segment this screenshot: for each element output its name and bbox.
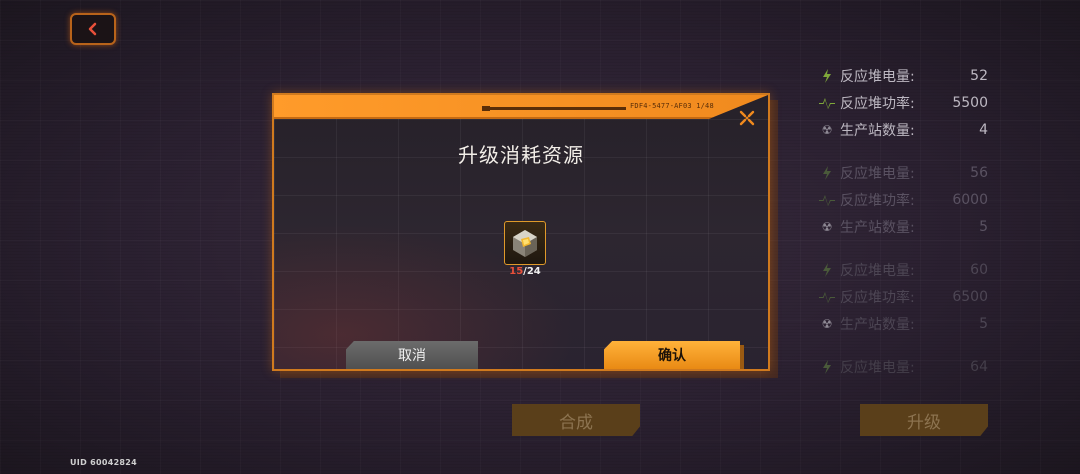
stat-label: 反应堆功率: — [840, 289, 915, 306]
stat-row: 反应堆功率: 5500 — [818, 89, 988, 116]
header-code: FDF4-5477-AF03 1/48 — [630, 102, 714, 110]
stat-value: 6000 — [952, 191, 988, 208]
stat-row: 反应堆电量: 60 — [818, 256, 988, 283]
stat-value: 4 — [979, 121, 988, 138]
resource-item-card[interactable] — [504, 221, 546, 265]
stat-value: 52 — [970, 67, 988, 84]
stat-label: 反应堆电量: — [840, 359, 915, 376]
stat-label: 反应堆电量: — [840, 68, 915, 85]
stat-label: 生产站数量: — [840, 122, 915, 139]
radiation-icon: ☢ — [821, 219, 833, 234]
stat-row: 反应堆功率: 6000 — [818, 186, 988, 213]
stat-label: 反应堆电量: — [840, 262, 915, 279]
crystal-cube-icon — [513, 230, 537, 257]
stat-value: 6500 — [952, 288, 988, 305]
radiation-icon: ☢ — [821, 122, 833, 137]
close-icon — [739, 110, 755, 126]
stat-value: 5500 — [952, 94, 988, 111]
stat-label: 生产站数量: — [840, 316, 915, 333]
stat-label: 生产站数量: — [840, 219, 915, 236]
stat-value: 5 — [979, 315, 988, 332]
confirm-button[interactable]: 确认 — [604, 341, 740, 369]
resource-need: 24 — [526, 266, 541, 277]
dialog-header-bar: FDF4-5477-AF03 1/48 — [274, 95, 768, 119]
pulse-icon — [818, 290, 836, 304]
stat-value: 60 — [970, 261, 988, 278]
stat-row: ☢ 生产站数量: 4 — [818, 116, 988, 143]
back-button[interactable] — [70, 13, 116, 45]
radiation-icon: ☢ — [821, 316, 833, 331]
upgrade-button[interactable]: 升级 — [860, 404, 988, 436]
stat-row: 反应堆功率: 6500 — [818, 283, 988, 310]
stat-group-level-4: 反应堆电量: 64 — [818, 353, 988, 380]
dialog-title: 升级消耗资源 — [458, 143, 584, 167]
lightning-icon — [818, 68, 836, 83]
stat-group-level-3: 反应堆电量: 60 反应堆功率: 6500 ☢ 生产站数量: 5 — [818, 256, 988, 337]
pulse-icon — [818, 96, 836, 110]
stat-label: 反应堆电量: — [840, 165, 915, 182]
stat-row: ☢ 生产站数量: 5 — [818, 213, 988, 240]
close-button[interactable] — [738, 109, 756, 127]
synthesize-button[interactable]: 合成 — [512, 404, 640, 436]
stat-row: ☢ 生产站数量: 5 — [818, 310, 988, 337]
stat-value: 56 — [970, 164, 988, 181]
lightning-icon — [818, 262, 836, 277]
stat-value: 64 — [970, 358, 988, 375]
upgrade-cost-dialog: FDF4-5477-AF03 1/48 升级消耗资源 15/24 取消 确认 — [272, 93, 770, 371]
stat-row: 反应堆电量: 56 — [818, 159, 988, 186]
stat-value: 5 — [979, 218, 988, 235]
stat-label: 反应堆功率: — [840, 95, 915, 112]
chevron-left-icon — [88, 22, 97, 36]
cancel-button[interactable]: 取消 — [346, 341, 478, 369]
pulse-icon — [818, 193, 836, 207]
header-progress-line — [486, 107, 626, 110]
stat-label: 反应堆功率: — [840, 192, 915, 209]
stat-group-current: 反应堆电量: 52 反应堆功率: 5500 ☢ 生产站数量: 4 — [818, 62, 988, 143]
resource-count: 15/24 — [504, 266, 546, 277]
lightning-icon — [818, 359, 836, 374]
stat-row: 反应堆电量: 64 — [818, 353, 988, 380]
reactor-stats-panel: 反应堆电量: 52 反应堆功率: 5500 ☢ 生产站数量: 4 反应堆电量: … — [818, 62, 988, 396]
uid-label: UID 60042824 — [70, 458, 138, 467]
stat-row: 反应堆电量: 52 — [818, 62, 988, 89]
stat-group-next: 反应堆电量: 56 反应堆功率: 6000 ☢ 生产站数量: 5 — [818, 159, 988, 240]
lightning-icon — [818, 165, 836, 180]
resource-have: 15 — [509, 266, 524, 277]
